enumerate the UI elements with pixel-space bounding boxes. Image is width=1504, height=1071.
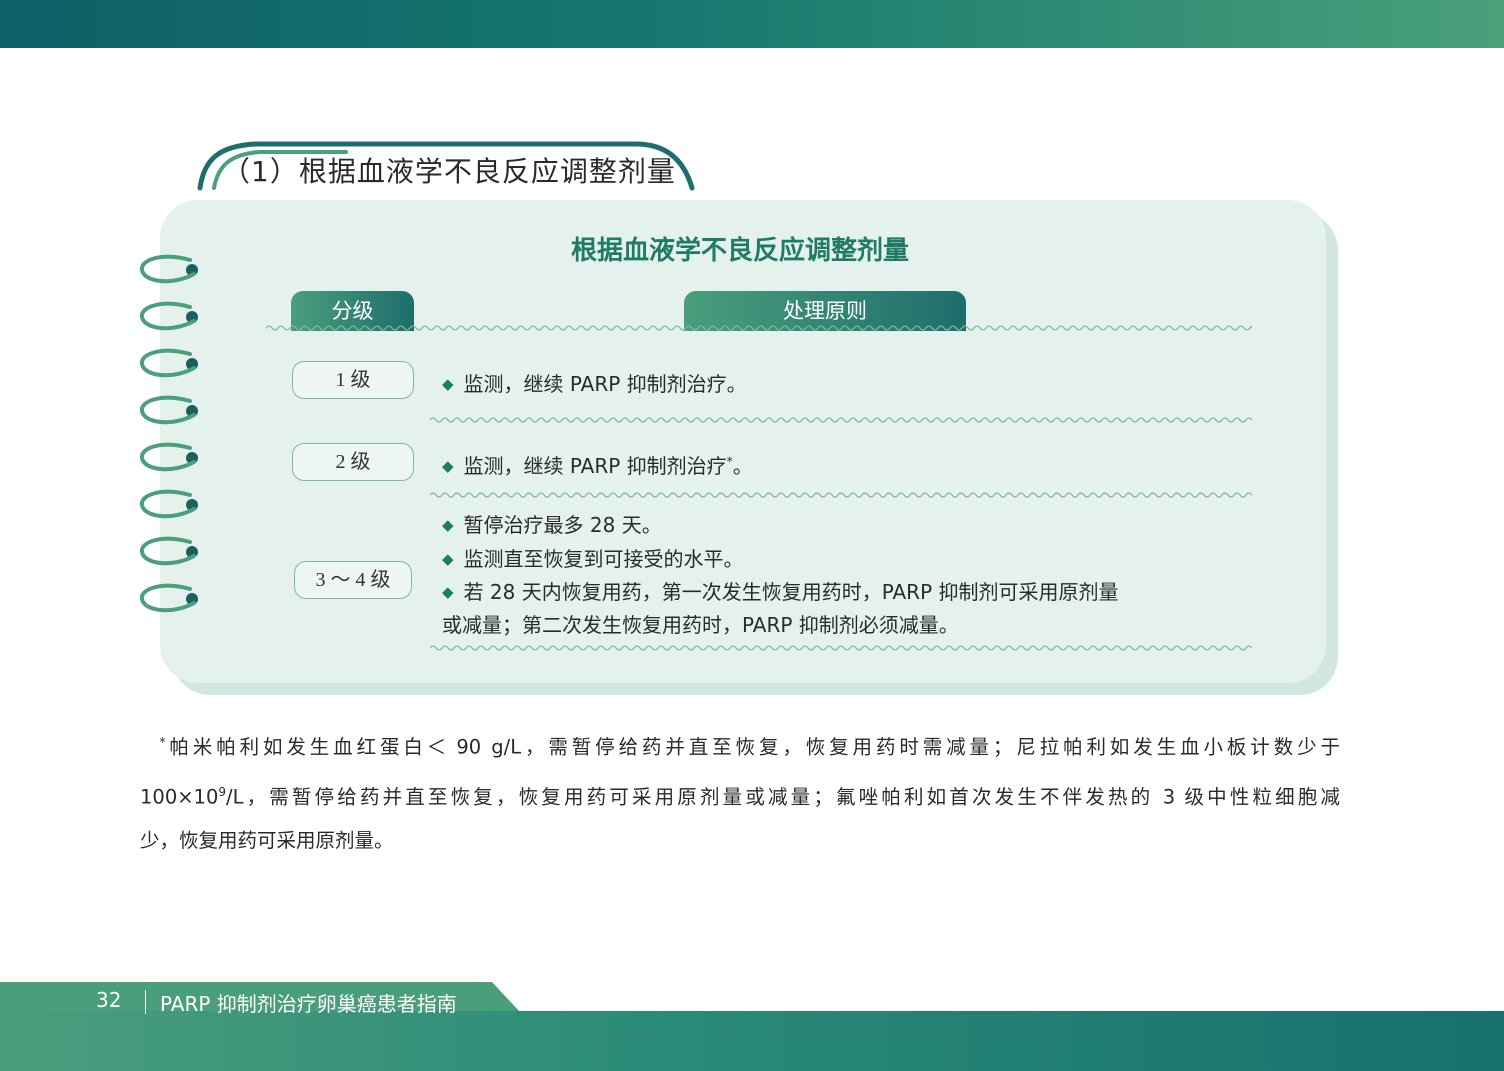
rule-text: 监测，继续 PARP 抑制剂治疗 (463, 454, 727, 478)
rule-text: 监测直至恢复到可接受的水平。 (463, 547, 744, 571)
footnote-exponent: 9 (218, 784, 227, 799)
diamond-bullet-icon: ◆ (442, 550, 454, 568)
diamond-bullet-icon: ◆ (442, 457, 454, 475)
top-banner (0, 0, 1504, 48)
diamond-bullet-icon: ◆ (442, 375, 454, 393)
rule-line: ◆ 监测，继续 PARP 抑制剂治疗*。 (442, 450, 753, 479)
footnote-line-3: 少，恢复用药可采用原剂量。 (140, 819, 1340, 863)
spiral-rings (140, 254, 198, 613)
rule-text: 若 28 天内恢复用药，第一次发生恢复用药时，PARP 抑制剂可采用原剂量 (463, 580, 1119, 604)
row-wave-divider-1 (430, 417, 1252, 423)
footer-book-title: PARP 抑制剂治疗卵巢癌患者指南 (160, 992, 457, 1016)
rule-text: 监测，继续 PARP 抑制剂治疗。 (463, 372, 747, 396)
rule-text: 暂停治疗最多 28 天。 (463, 513, 662, 537)
header-wave-divider (266, 325, 1252, 331)
diamond-bullet-icon: ◆ (442, 583, 454, 601)
rule-line: ◆ 监测直至恢复到可接受的水平。 (442, 543, 744, 572)
rule-line: ◆ 若 28 天内恢复用药，第一次发生恢复用药时，PARP 抑制剂可采用原剂量 (442, 576, 1119, 605)
diamond-bullet-icon: ◆ (442, 516, 454, 534)
footnote-text: 帕米帕利如发生血红蛋白＜ 90 g/L，需暂停给药并直至恢复，恢复用药时需减量；… (165, 735, 1341, 759)
footer-separator (145, 990, 146, 1014)
row-wave-divider-3 (430, 645, 1252, 651)
rule-text-tail: 。 (732, 454, 753, 478)
rule-line-continued: 或减量；第二次发生恢复用药时，PARP 抑制剂必须减量。 (442, 609, 959, 638)
footnote: *帕米帕利如发生血红蛋白＜ 90 g/L，需暂停给药并直至恢复，恢复用药时需减量… (140, 720, 1340, 863)
section-title: （1）根据血液学不良反应调整剂量 (222, 155, 676, 188)
footnote-line-1: *帕米帕利如发生血红蛋白＜ 90 g/L，需暂停给药并直至恢复，恢复用药时需减量… (140, 720, 1341, 770)
footnote-line-2: 100×109/L，需暂停给药并直至恢复，恢复用药可采用原剂量或减量；氟唑帕利如… (140, 770, 1340, 820)
footnote-text: 少，恢复用药可采用原剂量。 (140, 829, 394, 852)
table-title: 根据血液学不良反应调整剂量 (570, 236, 909, 266)
footer-banner (0, 1011, 1504, 1071)
rule-text: 或减量；第二次发生恢复用药时，PARP 抑制剂必须减量。 (442, 613, 959, 637)
grade-pill-1: 1 级 (292, 361, 414, 399)
row-wave-divider-2 (430, 492, 1252, 498)
rule-line: ◆ 暂停治疗最多 28 天。 (442, 509, 662, 538)
rule-line: ◆ 监测，继续 PARP 抑制剂治疗。 (442, 368, 747, 397)
grade-pill-3: 3 ～ 4 级 (294, 561, 412, 599)
footnote-text: 100×10 (140, 785, 219, 808)
grade-pill-2: 2 级 (292, 443, 414, 481)
footnote-text: /L，需暂停给药并直至恢复，恢复用药可采用原剂量或减量；氟唑帕利如首次发生不伴发… (226, 785, 1340, 808)
page-number: 32 (96, 988, 122, 1012)
